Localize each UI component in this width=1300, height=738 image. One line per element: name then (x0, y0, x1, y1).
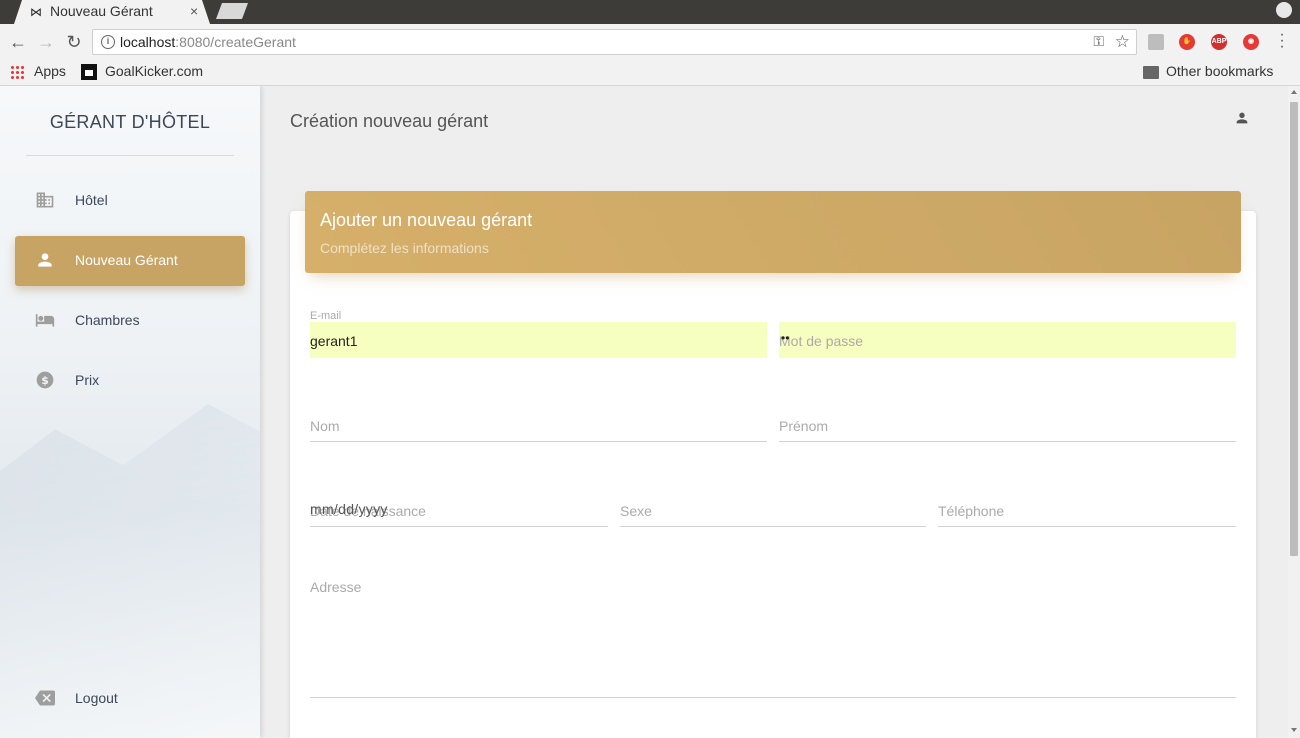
page-viewport: GÉRANT D'HÔTEL Hôtel Nouveau Gérant Cham… (0, 86, 1288, 738)
svg-text:$: $ (41, 374, 49, 387)
key-icon[interactable]: ⚿ (1093, 33, 1104, 50)
browser-tab[interactable]: ⋈ Nouveau Gérant × (14, 0, 210, 24)
reload-icon[interactable]: ↻ (64, 32, 84, 52)
page-icon[interactable] (1148, 34, 1164, 50)
brand-title[interactable]: GÉRANT D'HÔTEL (0, 112, 260, 133)
adresse-placeholder: Adresse (310, 579, 362, 595)
nom-placeholder: Nom (310, 418, 340, 434)
sidebar-item-prix[interactable]: $ Prix (15, 356, 245, 406)
prenom-placeholder: Prénom (779, 418, 829, 434)
account-icon[interactable] (1234, 110, 1250, 126)
password-placeholder: Mot de passe (779, 333, 864, 349)
prenom-field[interactable]: Prénom (779, 406, 1236, 442)
forward-icon[interactable]: → (36, 32, 56, 52)
form-subtitle: Complétez les informations (320, 240, 489, 256)
email-label: E-mail (310, 310, 342, 322)
site-info-icon[interactable]: i (101, 35, 115, 49)
password-input[interactable]: •• (781, 331, 789, 345)
nom-underline (310, 441, 767, 442)
form-title: Ajouter un nouveau gérant (320, 210, 533, 230)
url-host: localhost (120, 34, 176, 50)
sidebar-item-chambres[interactable]: Chambres (15, 296, 245, 346)
nom-field[interactable]: Nom (310, 406, 767, 442)
scroll-down-arrow-icon[interactable] (1291, 728, 1297, 732)
back-icon[interactable]: ← (8, 32, 28, 52)
sidebar-item-label: Nouveau Gérant (75, 252, 178, 268)
browser-toolbar: ← → ↻ i localhost:8080/createGerant ⚿ ☆ … (0, 24, 1300, 60)
bed-icon (35, 314, 55, 327)
sexe-underline (620, 526, 926, 527)
prenom-underline (779, 441, 1236, 442)
telephone-placeholder: Téléphone (938, 503, 1005, 519)
sidebar-item-label: Prix (75, 372, 100, 388)
sexe-placeholder: Sexe (620, 503, 652, 519)
page-scrollbar[interactable] (1288, 86, 1300, 738)
tab-title: Nouveau Gérant (50, 3, 153, 19)
browser-tab-strip: ⋈ Nouveau Gérant × (0, 0, 1300, 24)
apps-grid-icon (10, 65, 24, 79)
date-naissance-input[interactable]: mm/dd/yyyy (310, 501, 388, 517)
scrollbar-thumb[interactable] (1290, 102, 1298, 556)
address-bar[interactable]: i localhost:8080/createGerant ⚿ ☆ (92, 29, 1137, 55)
adresse-underline (310, 697, 1236, 698)
url-text: localhost:8080/createGerant (120, 34, 296, 50)
brand-divider (26, 155, 234, 156)
person-icon (38, 253, 52, 267)
bookmark-goalkicker[interactable]: GoalKicker.com (105, 63, 203, 79)
bookmarks-bar: Apps GoalKicker.com Other bookmarks (0, 60, 1300, 86)
browser-menu-icon[interactable]: · · · (1276, 27, 1288, 55)
profile-icon[interactable] (1276, 2, 1292, 18)
backspace-icon (35, 690, 55, 706)
bookmark-other[interactable]: Other bookmarks (1166, 63, 1273, 79)
email-input[interactable]: gerant1 (310, 333, 357, 349)
logout-label: Logout (75, 690, 118, 706)
goalkicker-icon (81, 64, 97, 80)
abp-icon[interactable]: ABP (1211, 34, 1227, 50)
password-field[interactable]: Mot de passe •• (779, 310, 1236, 358)
page-title: Création nouveau gérant (290, 111, 489, 131)
scroll-up-arrow-icon[interactable] (1291, 90, 1297, 94)
bookmark-apps[interactable]: Apps (34, 63, 66, 79)
sidebar-item-hotel[interactable]: Hôtel (15, 176, 245, 226)
telephone-field[interactable]: Téléphone (938, 491, 1236, 527)
sidebar-item-label: Hôtel (75, 192, 108, 208)
sidebar: GÉRANT D'HÔTEL Hôtel Nouveau Gérant Cham… (0, 86, 260, 738)
bookmark-star-icon[interactable]: ☆ (1115, 32, 1130, 52)
ublock-icon[interactable]: ◉ (1243, 34, 1259, 50)
sidebar-item-nouveau-gerant[interactable]: Nouveau Gérant (15, 236, 245, 286)
date-naissance-underline (310, 526, 608, 527)
date-naissance-field[interactable]: Date de naissance mm/dd/yyyy (310, 491, 608, 527)
url-path: :8080/createGerant (175, 34, 296, 50)
email-autofill-box[interactable] (310, 322, 767, 358)
bowtie-favicon-icon: ⋈ (30, 5, 42, 19)
tab-close-icon[interactable]: × (190, 3, 198, 19)
sidebar-item-logout[interactable]: Logout (15, 674, 245, 724)
folder-icon (1143, 66, 1159, 79)
adblock-hand-icon[interactable]: ✋ (1179, 34, 1195, 50)
adresse-textarea[interactable]: Adresse (310, 566, 1236, 698)
form-card-header: Ajouter un nouveau gérant Complétez les … (305, 191, 1241, 273)
new-tab-button[interactable] (216, 3, 248, 19)
building-icon (36, 192, 54, 208)
telephone-underline (938, 526, 1236, 527)
dollar-icon: $ (36, 371, 54, 389)
sidebar-item-label: Chambres (75, 312, 140, 328)
email-field[interactable]: E-mail gerant1 (310, 310, 767, 358)
sexe-field[interactable]: Sexe (620, 491, 926, 527)
